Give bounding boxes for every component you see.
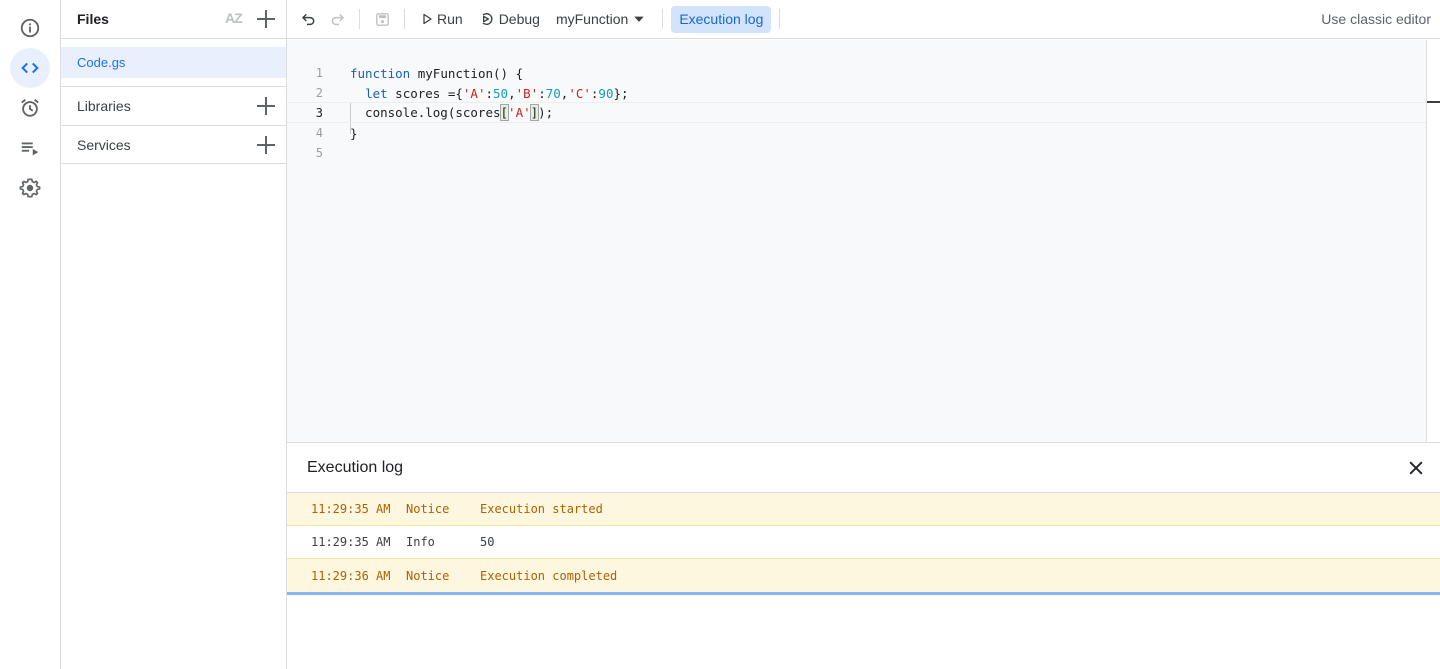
- log-level: Notice: [406, 502, 450, 516]
- line-number: 1: [315, 66, 323, 80]
- add-file-button[interactable]: [256, 9, 276, 29]
- files-title: Files: [77, 11, 109, 27]
- log-level: Info: [406, 535, 435, 549]
- redo-icon: [331, 13, 345, 26]
- log-time: 11:29:35 AM: [311, 502, 391, 516]
- log-row: 11:29:35 AM Notice Execution started: [287, 493, 1440, 526]
- log-time: 11:29:36 AM: [311, 568, 391, 583]
- debug-icon: [482, 13, 493, 25]
- line-number: 3: [315, 105, 323, 120]
- code-line: 2 let scores ={'A':50,'B':70,'C':90};: [287, 83, 1426, 103]
- triggers-button[interactable]: [10, 88, 50, 128]
- code-line-current: 3 console.log(scores['A']);: [287, 102, 1426, 123]
- info-icon: [20, 18, 40, 38]
- debug-label: Debug: [498, 11, 540, 27]
- code-text: let scores ={'A':50,'B':70,'C':90};: [365, 85, 629, 101]
- editor-toolbar: Run Debug myFunction Execution log Use c…: [287, 0, 1440, 39]
- code-line: 1 function myFunction() {: [287, 63, 1426, 83]
- code-editor[interactable]: 1 function myFunction() { 2 let scores =…: [287, 40, 1426, 442]
- redo-button[interactable]: [323, 5, 351, 33]
- line-number: 5: [315, 146, 323, 160]
- code-line: 4 }: [287, 123, 1426, 143]
- run-button[interactable]: Run: [413, 5, 471, 33]
- line-number: 2: [315, 86, 323, 100]
- file-item-code-gs[interactable]: Code.gs: [61, 47, 286, 78]
- toolbar-divider: [779, 9, 781, 29]
- scrollbar-cursor-marker: [1427, 101, 1440, 103]
- log-end-bar: [287, 592, 1440, 595]
- code-line: 5: [287, 143, 1426, 163]
- close-log-button[interactable]: [1406, 458, 1426, 478]
- sort-az-icon[interactable]: AZ: [225, 10, 243, 26]
- files-panel: Files AZ Code.gs Libraries Services: [61, 0, 287, 669]
- log-message: 50: [480, 535, 495, 549]
- services-section: Services: [61, 125, 286, 164]
- save-icon: [375, 12, 389, 26]
- code-text: }: [350, 125, 358, 141]
- use-classic-editor-link[interactable]: Use classic editor: [1321, 11, 1431, 27]
- log-time: 11:29:35 AM: [311, 535, 391, 549]
- dropdown-arrow-icon: [634, 16, 644, 22]
- add-library-button[interactable]: [256, 96, 276, 116]
- libraries-label: Libraries: [77, 98, 131, 114]
- toolbar-divider: [662, 9, 664, 29]
- code-text: function myFunction() {: [350, 65, 524, 81]
- execution-log-title: Execution log: [307, 459, 404, 476]
- log-row: 11:29:35 AM Info 50: [287, 526, 1440, 559]
- undo-icon: [301, 13, 315, 26]
- alarm-icon: [21, 99, 39, 117]
- function-select[interactable]: myFunction: [548, 5, 654, 33]
- code-text: console.log(scores['A']);: [350, 104, 554, 121]
- execution-log-panel: Execution log 11:29:35 AM Notice Executi…: [287, 442, 1440, 669]
- debug-button[interactable]: Debug: [471, 5, 548, 33]
- log-message: Execution started: [480, 502, 603, 516]
- run-label: Run: [437, 11, 463, 27]
- overview-button[interactable]: [10, 8, 50, 48]
- toolbar-divider: [359, 9, 360, 29]
- log-row: 11:29:36 AM Notice Execution completed: [287, 559, 1440, 592]
- play-icon: [423, 13, 432, 25]
- left-nav-rail: [0, 0, 61, 669]
- gear-icon: [19, 178, 41, 198]
- log-level: Notice: [406, 568, 450, 583]
- function-select-value: myFunction: [555, 11, 629, 27]
- log-message: Execution completed: [480, 568, 618, 583]
- settings-button[interactable]: [10, 168, 50, 208]
- code-icon: [21, 62, 39, 74]
- toolbar-divider: [404, 9, 405, 29]
- files-header: Files AZ: [61, 0, 286, 39]
- execution-log-toggle[interactable]: Execution log: [671, 5, 772, 33]
- undo-button[interactable]: [295, 5, 323, 33]
- save-button[interactable]: [368, 5, 396, 33]
- services-label: Services: [77, 136, 131, 153]
- libraries-section: Libraries: [61, 86, 286, 125]
- line-number: 4: [315, 126, 323, 140]
- log-table: 11:29:35 AM Notice Execution started 11:…: [287, 492, 1440, 592]
- close-icon: [1409, 461, 1423, 475]
- executions-button[interactable]: [10, 128, 50, 168]
- executions-icon: [21, 142, 39, 156]
- editor-button[interactable]: [10, 48, 50, 88]
- add-service-button[interactable]: [256, 135, 276, 155]
